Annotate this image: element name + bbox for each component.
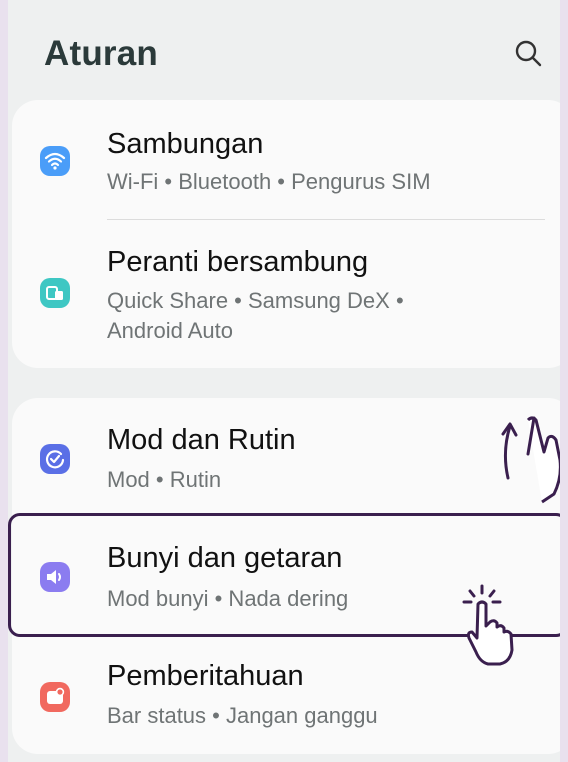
search-button[interactable] (511, 36, 547, 72)
tap-gesture (460, 582, 530, 666)
devices-icon (40, 278, 70, 308)
item-subtitle: Wi-Fi • Bluetooth • Pengurus SIM (107, 169, 431, 194)
settings-group-connections: Sambungan Wi-Fi • Bluetooth • Pengurus S… (12, 100, 560, 368)
swipe-up-gesture (494, 408, 560, 504)
item-subtitle: Bar status • Jangan ganggu (107, 703, 378, 728)
item-subtitle-line2: Android Auto (107, 318, 233, 343)
settings-item-peranti-bersambung[interactable]: Peranti bersambung Quick Share • Samsung… (12, 220, 560, 368)
routine-icon (40, 444, 70, 474)
notification-icon (40, 682, 70, 712)
item-title: Sambungan (107, 128, 264, 160)
settings-screen: Aturan Sambungan Wi-Fi • Bluetooth • Pen… (8, 0, 560, 762)
item-title: Mod dan Rutin (107, 424, 296, 456)
settings-item-sambungan[interactable]: Sambungan Wi-Fi • Bluetooth • Pengurus S… (12, 100, 560, 220)
page-title: Aturan (44, 34, 158, 73)
wifi-icon (40, 146, 70, 176)
item-title: Pemberitahuan (107, 660, 304, 692)
settings-item-mod-dan-rutin[interactable]: Mod dan Rutin Mod • Rutin (12, 398, 560, 514)
swipe-up-hand-icon (501, 416, 560, 504)
tap-hand-icon (462, 584, 514, 666)
item-title: Peranti bersambung (107, 246, 369, 278)
item-subtitle: Mod • Rutin (107, 467, 222, 492)
item-subtitle-line1: Quick Share • Samsung DeX • (107, 288, 404, 313)
search-icon (515, 40, 542, 67)
